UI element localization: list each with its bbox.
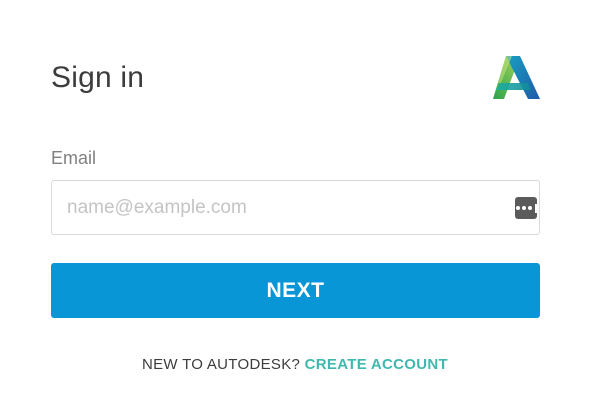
create-account-prompt: NEW TO AUTODESK? CREATE ACCOUNT: [0, 355, 590, 375]
autodesk-logo-icon: [493, 56, 540, 99]
email-label: Email: [51, 148, 97, 168]
password-manager-dots-icon[interactable]: [515, 197, 537, 219]
page-title: Sign in: [51, 61, 145, 94]
next-button[interactable]: NEXT: [51, 263, 540, 318]
email-field: [51, 180, 540, 235]
footer-prompt-text: NEW TO AUTODESK?: [141, 356, 305, 373]
create-account-link[interactable]: CREATE ACCOUNT: [305, 356, 448, 373]
email-input[interactable]: [67, 181, 507, 234]
sign-in-page: Sign in Email NEXT NEW T: [0, 0, 590, 400]
